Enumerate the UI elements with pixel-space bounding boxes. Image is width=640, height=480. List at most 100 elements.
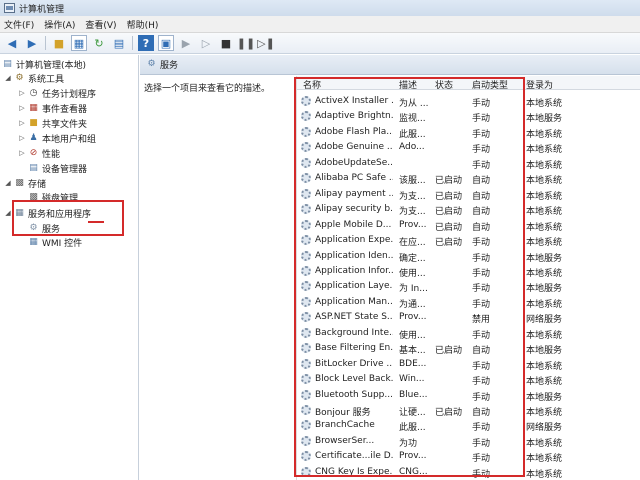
service-gear-icon: [301, 96, 311, 106]
service-gear-icon: [301, 204, 311, 215]
menu-action[interactable]: 操作(A): [44, 18, 75, 31]
tree-item-services-apps[interactable]: ◢ ▦ 服务和应用程序: [4, 206, 91, 220]
tree-item-disk-management[interactable]: ▩ 磁盘管理: [28, 190, 78, 204]
service-startup-type: 手动: [472, 129, 491, 140]
tree-item-wmi[interactable]: ▦ WMI 控件: [28, 235, 82, 249]
tree-item-local-users[interactable]: ▷ ♟ 本地用户和组: [18, 131, 96, 145]
service-logon-as: 本地系统: [526, 222, 563, 233]
table-row[interactable]: ASP.NET State S... Prov... 禁用 网络服务: [297, 310, 640, 325]
table-row[interactable]: ActiveX Installer ... 为从 ... 手动 本地系统: [297, 94, 640, 109]
service-name: Bonjour 服务: [315, 408, 371, 418]
collapse-arrow-icon[interactable]: ◢: [4, 74, 12, 82]
table-row[interactable]: BrowserSer... 为功 手动 本地系统: [297, 434, 640, 449]
tree-item-services[interactable]: ⚙ 服务: [28, 221, 60, 235]
tree-item-system-tools[interactable]: ◢ ⚙ 系统工具: [4, 71, 64, 85]
table-row[interactable]: Adobe Genuine ... Ado... 手动 本地系统: [297, 140, 640, 155]
table-row[interactable]: Bluetooth Supp... Blue... 手动 本地服务: [297, 388, 640, 403]
service-gear-icon: [301, 374, 311, 385]
collapse-arrow-icon[interactable]: ◢: [4, 209, 12, 217]
tree-item-shared-folders[interactable]: ▷ ■ 共享文件夹: [18, 116, 87, 130]
start-service-icon[interactable]: ▶: [178, 35, 194, 51]
tree-item-performance[interactable]: ▷ ⊘ 性能: [18, 146, 60, 160]
tree-item-storage[interactable]: ◢ ▩ 存储: [4, 176, 46, 190]
stop-service-icon[interactable]: ■: [218, 35, 234, 51]
service-name: Base Filtering En...: [315, 343, 393, 354]
table-row[interactable]: BitLocker Drive ... BDE... 手动 本地系统: [297, 357, 640, 372]
column-header-logon[interactable]: 登录为: [526, 78, 553, 91]
back-arrow-icon[interactable]: ◀: [4, 35, 20, 51]
expand-arrow-icon[interactable]: ▷: [18, 134, 26, 142]
table-row[interactable]: Application Iden... 确定... 手动 本地服务: [297, 249, 640, 264]
table-row[interactable]: Adaptive Brightn... 监视... 手动 本地服务: [297, 109, 640, 124]
service-logon-as: 本地系统: [526, 207, 563, 218]
table-row[interactable]: BranchCache 此服... 手动 网络服务: [297, 418, 640, 433]
properties-icon[interactable]: ▣: [158, 35, 174, 51]
expand-arrow-icon[interactable]: ▷: [18, 119, 26, 127]
table-row[interactable]: Base Filtering En... 基本... 已启动 自动 本地服务: [297, 341, 640, 356]
collapse-arrow-icon[interactable]: ◢: [4, 179, 12, 187]
service-desc: 使用...: [399, 330, 426, 341]
service-desc: BDE...: [399, 358, 427, 369]
play-icon[interactable]: ▷: [198, 35, 214, 51]
restart-service-icon[interactable]: ▷❚: [257, 35, 275, 51]
menu-help[interactable]: 帮助(H): [127, 18, 159, 31]
help-icon[interactable]: ?: [138, 35, 154, 51]
table-row[interactable]: Application Infor... 使用... 手动 本地系统: [297, 264, 640, 279]
service-logon-as: 本地服务: [526, 284, 563, 295]
table-row[interactable]: Adobe Flash Pla... 此服... 手动 本地系统: [297, 125, 640, 140]
table-row[interactable]: Background Inte... 使用... 手动 本地系统: [297, 326, 640, 341]
table-row[interactable]: CNG Key Is Expe... CNG... 手动 本地系统: [297, 465, 640, 480]
service-logon-as: 本地系统: [526, 268, 563, 279]
service-name: Adobe Genuine ...: [315, 142, 393, 153]
refresh-icon[interactable]: ↻: [91, 35, 107, 51]
table-row[interactable]: AdobeUpdateSe... 手动 本地系统: [297, 156, 640, 171]
menu-file[interactable]: 文件(F): [4, 18, 34, 31]
table-row[interactable]: Alipay payment ... 为支... 已启动 自动 本地系统: [297, 187, 640, 202]
service-logon-as: 本地系统: [526, 330, 563, 341]
service-gear-icon: [301, 188, 311, 199]
services-gear-icon: ⚙: [29, 222, 38, 233]
service-logon-as: 本地系统: [526, 176, 563, 187]
tree-item-task-scheduler[interactable]: ▷ ◷ 任务计划程序: [18, 86, 96, 100]
tree-item-device-manager[interactable]: ▤ 设备管理器: [28, 161, 87, 175]
expand-arrow-icon[interactable]: ▷: [18, 104, 26, 112]
table-row[interactable]: Block Level Back... Win... 手动 本地系统: [297, 372, 640, 387]
column-header-name[interactable]: 名称: [303, 78, 321, 91]
column-header-status[interactable]: 状态: [435, 78, 453, 91]
menu-view[interactable]: 查看(V): [85, 18, 116, 31]
show-hide-tree-icon[interactable]: ▦: [71, 35, 87, 51]
service-logon-as: 网络服务: [526, 423, 563, 434]
service-startup-type: 手动: [472, 469, 491, 480]
toolbar: ◀ ▶ ■ ▦ ↻ ▤ ? ▣ ▶ ▷ ■ ❚❚ ▷❚: [0, 33, 640, 54]
expand-arrow-icon[interactable]: ▷: [18, 89, 26, 97]
service-gear-icon: [301, 265, 311, 276]
table-row[interactable]: Bonjour 服务 让硬... 已启动 自动 本地系统: [297, 403, 640, 418]
pause-service-icon[interactable]: ❚❚: [237, 35, 255, 51]
column-header-startup[interactable]: 启动类型: [472, 78, 508, 91]
up-folder-icon[interactable]: ■: [51, 35, 67, 51]
table-row[interactable]: Application Expe... 在应... 已启动 手动 本地系统: [297, 233, 640, 248]
service-gear-icon: [301, 405, 311, 415]
services-gear-icon: ⚙: [147, 59, 156, 69]
column-header-desc[interactable]: 描述: [399, 78, 417, 91]
table-row[interactable]: Application Man... 为通... 手动 本地系统: [297, 295, 640, 310]
service-name: Application Expe...: [315, 235, 393, 246]
service-gear-icon: [301, 281, 311, 292]
service-desc: 确定...: [399, 253, 426, 264]
service-logon-as: 本地服务: [526, 253, 563, 264]
export-list-icon[interactable]: ▤: [111, 35, 127, 51]
service-gear-icon: [301, 451, 311, 462]
table-row[interactable]: Apple Mobile D... Prov... 已启动 自动 本地系统: [297, 218, 640, 233]
forward-arrow-icon[interactable]: ▶: [24, 35, 40, 51]
toolbar-separator: [132, 36, 133, 50]
tree-item-root[interactable]: ▤ 计算机管理(本地): [2, 57, 86, 71]
service-gear-icon: [301, 358, 311, 369]
table-row[interactable]: Alipay security b... 为支... 已启动 自动 本地系统: [297, 202, 640, 217]
table-row[interactable]: Application Laye... 为 In... 手动 本地服务: [297, 279, 640, 294]
clock-icon: ◷: [29, 87, 38, 98]
service-startup-type: 手动: [472, 238, 491, 249]
expand-arrow-icon[interactable]: ▷: [18, 149, 26, 157]
table-row[interactable]: Certificate...ile D... Prov... 手动 本地系统: [297, 449, 640, 464]
table-row[interactable]: Alibaba PC Safe ... 该服... 已启动 自动 本地系统: [297, 171, 640, 186]
tree-item-event-viewer[interactable]: ▷ ▦ 事件查看器: [18, 101, 87, 115]
